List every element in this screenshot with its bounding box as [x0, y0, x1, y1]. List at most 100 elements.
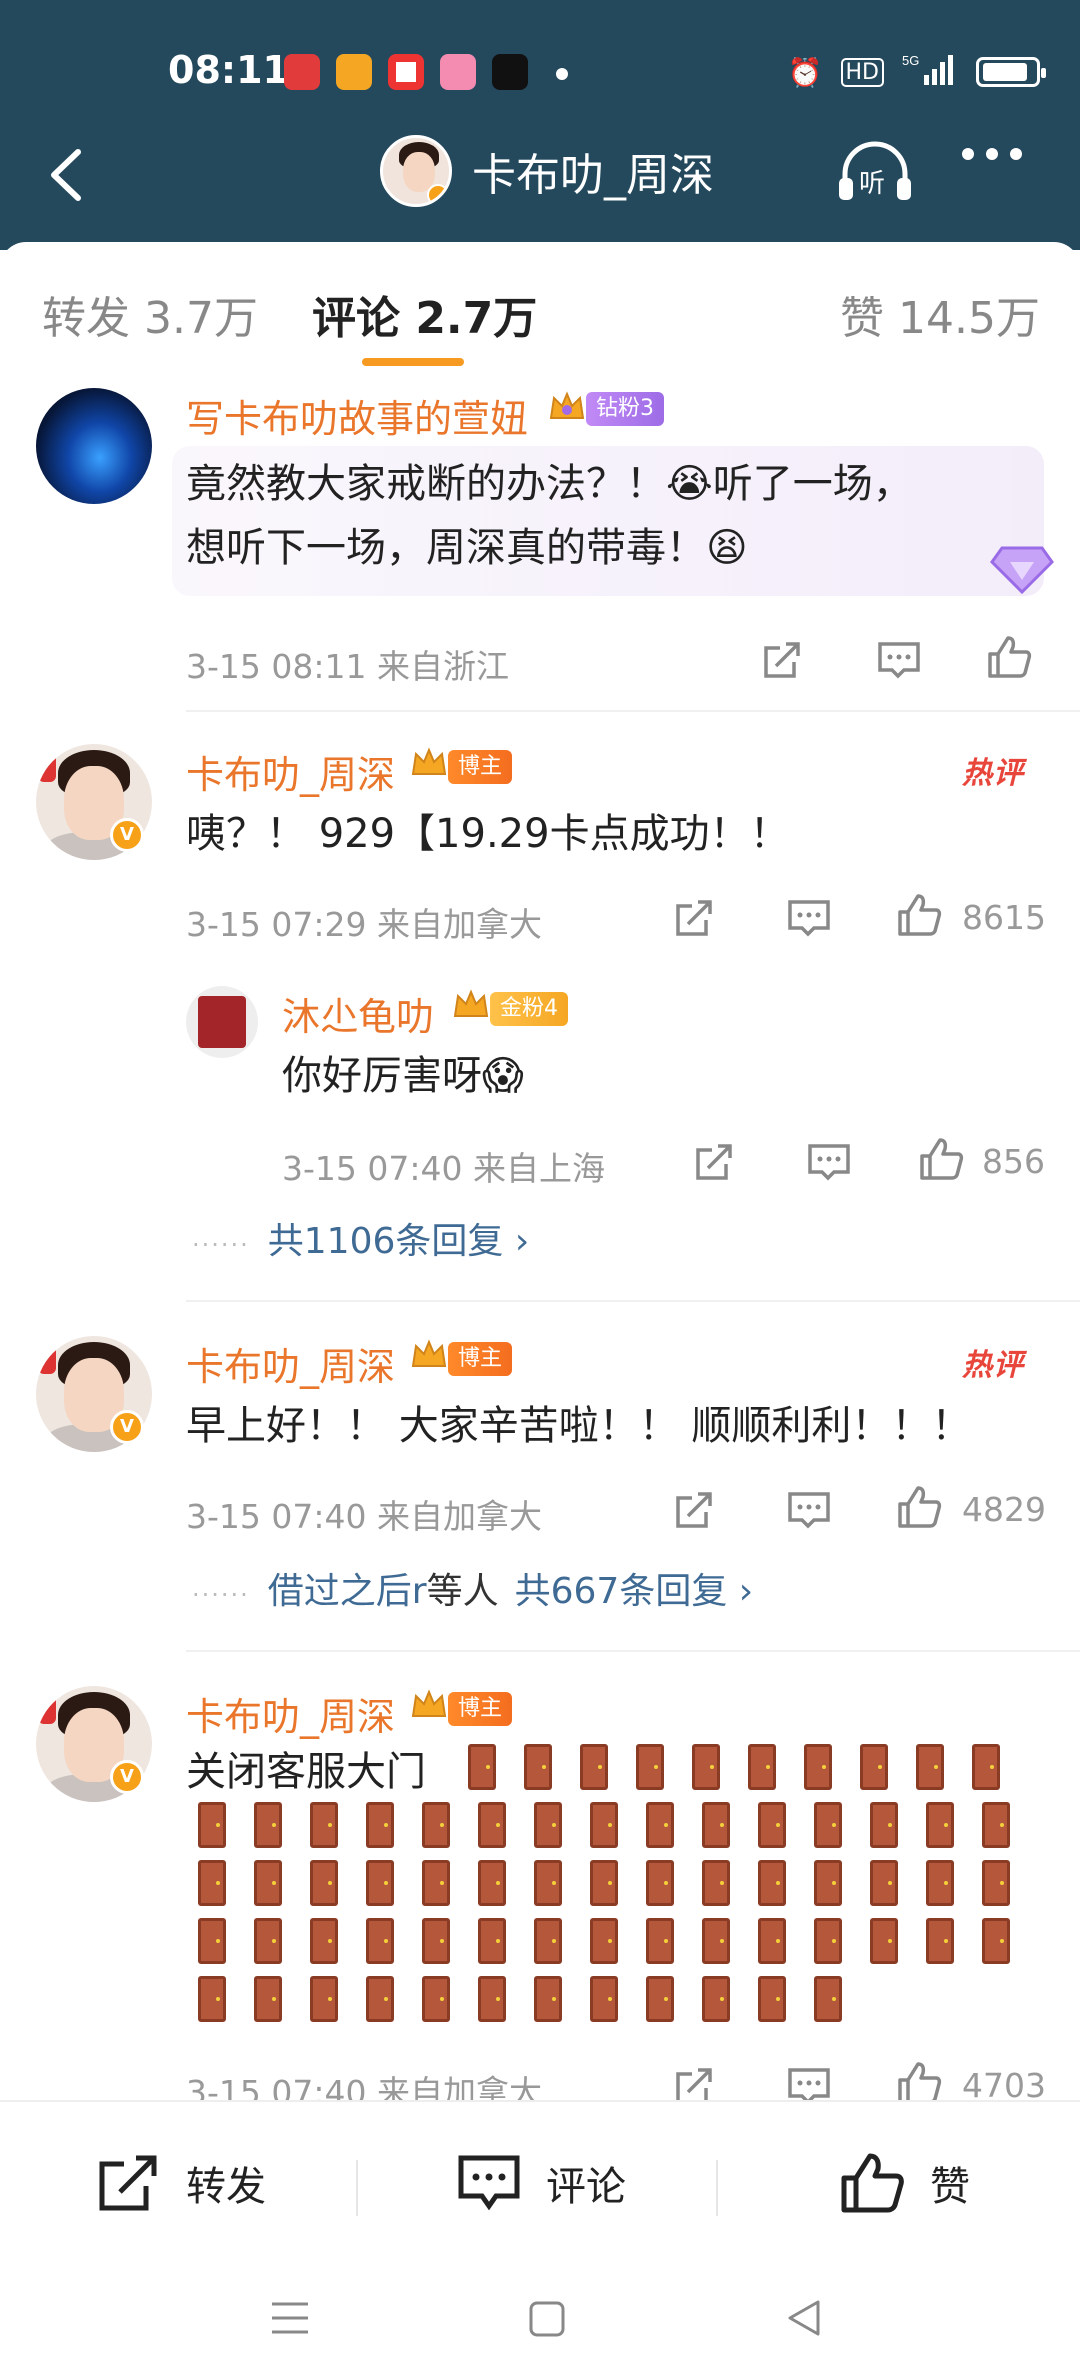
comment-username[interactable]: 写卡布叻故事的萱妞: [186, 388, 528, 443]
crown-icon: [453, 989, 489, 1017]
notification-dot: [556, 68, 568, 80]
blogger-badge: 博主: [448, 750, 513, 784]
door-emoji-icon: [534, 1918, 562, 1964]
view-replies-link[interactable]: ······ 共1106条回复 ›: [192, 1212, 529, 1264]
like-icon[interactable]: [986, 634, 1032, 680]
more-icon[interactable]: [962, 148, 1022, 160]
door-emoji-icon: [646, 1860, 674, 1906]
door-emoji-icon: [748, 1744, 776, 1790]
door-emoji-icon: [254, 1860, 282, 1906]
like-icon[interactable]: [918, 1136, 964, 1182]
door-emoji-icon: [926, 1860, 954, 1906]
hot-comment-tag: 热评: [962, 756, 1024, 791]
share-icon[interactable]: [672, 1486, 718, 1532]
video-icon: [388, 54, 424, 90]
door-emoji-icon: [254, 1802, 282, 1848]
door-emoji-icon: [580, 1744, 608, 1790]
separator: [356, 2160, 358, 2216]
dots-icon: ······: [192, 1581, 250, 1609]
nav-user[interactable]: 卡布叻_周深: [380, 135, 714, 207]
comment-text: 关闭客服大门: [186, 1749, 426, 1795]
comment-text: 早上好！！ 大家辛苦啦！！ 顺顺利利！！！: [186, 1403, 972, 1449]
door-emoji-icon: [422, 1860, 450, 1906]
door-emoji-icon: [758, 1918, 786, 1964]
top-header: 08:11 ⏰ HD 5G 卡布叻_周深 听: [0, 0, 1080, 250]
door-emoji-icon: [310, 1976, 338, 2022]
avatar[interactable]: [36, 388, 152, 504]
toutiao-icon: [284, 54, 320, 90]
back-arrow-icon[interactable]: [40, 140, 100, 210]
comment-button[interactable]: 评论: [456, 2152, 626, 2214]
comment-meta: 3-15 07:29 来自加拿大: [186, 905, 542, 944]
reply-avatar[interactable]: [186, 986, 258, 1058]
door-emoji-icon: [198, 1802, 226, 1848]
door-emoji-icon: [254, 1976, 282, 2022]
share-icon[interactable]: [672, 894, 718, 940]
door-emoji-icon: [982, 1918, 1010, 1964]
door-emoji-icon: [814, 1860, 842, 1906]
comment-icon[interactable]: [806, 1138, 852, 1184]
door-emoji-icon: [702, 1860, 730, 1906]
tab-comments[interactable]: 评论 2.7万: [312, 282, 537, 346]
view-replies-link[interactable]: ······ 借过之后r等人 共667条回复 ›: [192, 1562, 753, 1614]
comment-icon[interactable]: [786, 1486, 832, 1532]
divider: [186, 1300, 1080, 1302]
door-emoji-icon: [870, 1802, 898, 1848]
like-icon[interactable]: [896, 892, 942, 938]
comment-icon[interactable]: [786, 894, 832, 940]
svg-text:听: 听: [859, 169, 885, 199]
door-emoji-icon: [758, 1976, 786, 2022]
door-emoji-icon: [758, 1860, 786, 1906]
menu-icon[interactable]: [270, 2300, 310, 2336]
tab-repost[interactable]: 转发 3.7万: [42, 282, 258, 346]
door-emoji-icon: [478, 1976, 506, 2022]
door-emoji-icon: [804, 1744, 832, 1790]
like-icon[interactable]: [896, 1484, 942, 1530]
tab-active-indicator: [362, 358, 464, 366]
door-emoji-icon: [198, 1976, 226, 2022]
door-emoji-icon: [422, 1918, 450, 1964]
door-emoji-icon: [860, 1744, 888, 1790]
comment-icon[interactable]: [876, 636, 922, 682]
divider: [186, 1650, 1080, 1652]
door-emoji-icon: [468, 1744, 496, 1790]
like-button[interactable]: 赞: [840, 2152, 970, 2214]
tab-likes[interactable]: 赞 14.5万: [840, 282, 1040, 346]
door-emoji-icon: [590, 1918, 618, 1964]
verified-badge-icon: V: [110, 818, 144, 852]
repost-button[interactable]: 转发: [96, 2152, 266, 2214]
status-time: 08:11: [168, 48, 289, 92]
blogger-badge: 博主: [448, 1342, 513, 1376]
tab-bar: 转发 3.7万 评论 2.7万 赞 14.5万: [0, 282, 1080, 366]
door-emoji-icon: [310, 1860, 338, 1906]
home-icon[interactable]: [528, 2300, 566, 2338]
back-nav-icon[interactable]: [784, 2298, 824, 2338]
reply-username[interactable]: 沐尐龟叻: [282, 986, 434, 1041]
share-icon[interactable]: [760, 636, 806, 682]
dots-icon: ······: [192, 1231, 250, 1259]
comment-username[interactable]: 卡布叻_周深: [186, 1336, 395, 1391]
door-emoji-icon: [524, 1744, 552, 1790]
door-emoji-row: [198, 1918, 1038, 1976]
bilibili-icon: [440, 54, 476, 90]
door-emoji-icon: [590, 1976, 618, 2022]
header-avatar[interactable]: [380, 135, 452, 207]
header-title: 卡布叻_周深: [472, 150, 714, 201]
comment-username[interactable]: 卡布叻_周深: [186, 744, 395, 799]
listen-icon[interactable]: 听: [835, 140, 915, 204]
nav-bar: 卡布叻_周深 听: [0, 130, 1080, 220]
crown-icon: [411, 1339, 447, 1367]
status-right-icons: ⏰ HD 5G: [788, 50, 1046, 94]
share-icon[interactable]: [692, 1138, 738, 1184]
door-emoji-row: [198, 1976, 870, 2034]
comment-username[interactable]: 卡布叻_周深: [186, 1686, 395, 1741]
door-emoji-icon: [870, 1860, 898, 1906]
door-emoji-icon: [478, 1860, 506, 1906]
door-emoji-icon: [702, 1802, 730, 1848]
door-emoji-icon: [982, 1860, 1010, 1906]
thumbs-up-icon: [841, 2153, 904, 2213]
door-emoji-icon: [636, 1744, 664, 1790]
door-emoji-icon: [198, 1860, 226, 1906]
door-emoji-icon: [916, 1744, 944, 1790]
weibo-icon: [336, 54, 372, 90]
